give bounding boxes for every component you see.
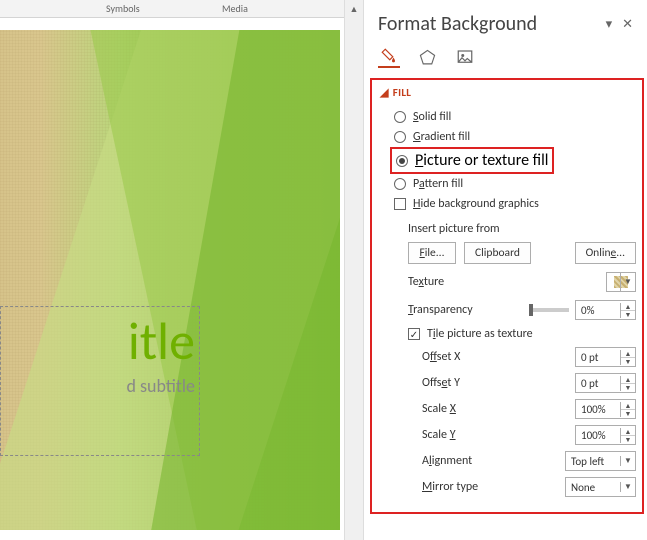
vertical-scrollbar[interactable]: ▲ — [344, 0, 364, 540]
pane-title: Format Background — [378, 12, 537, 36]
tab-effects-icon[interactable] — [416, 46, 438, 68]
radio-icon — [394, 111, 406, 123]
fill-section-header[interactable]: ◢ FILL — [378, 86, 636, 99]
radio-gradient-fill[interactable]: Gradient fill — [378, 127, 636, 147]
file-button[interactable]: File... — [408, 242, 456, 264]
chevron-down-icon: ▼ — [620, 273, 635, 291]
transparency-slider[interactable] — [529, 308, 569, 312]
clipboard-button[interactable]: Clipboard — [464, 242, 531, 264]
offset-y-label: Offset Y — [422, 376, 460, 390]
scale-y-label: Scale Y — [422, 428, 456, 442]
checkbox-icon — [394, 198, 406, 210]
scroll-up-button[interactable]: ▲ — [345, 0, 363, 18]
radio-picture-texture-label[interactable]: Picture or texture fill — [415, 151, 548, 170]
chevron-down-icon: ▼ — [620, 456, 635, 466]
pane-tabs — [364, 42, 647, 78]
mirror-combo[interactable]: None ▼ — [565, 477, 636, 497]
chevron-down-icon: ▼ — [620, 482, 635, 492]
scale-x-label: Scale X — [422, 402, 456, 416]
radio-icon — [394, 131, 406, 143]
ribbon-group-symbols: Symbols — [106, 2, 140, 15]
radio-icon[interactable] — [396, 155, 408, 167]
texture-label: Texture — [408, 275, 444, 289]
radio-icon — [394, 178, 406, 190]
offset-x-label: Offset X — [422, 350, 460, 364]
spin-down-icon[interactable]: ▼ — [621, 311, 635, 318]
scale-y-spinner[interactable]: 100% ▲▼ — [575, 425, 636, 445]
radio-solid-fill[interactable]: Solid fill — [378, 107, 636, 127]
checkbox-icon: ✓ — [408, 328, 420, 340]
alignment-label: Alignment — [422, 454, 472, 468]
radio-pattern-fill[interactable]: Pattern fill — [378, 174, 636, 194]
transparency-label: Transparency — [408, 303, 473, 317]
title-text[interactable]: itle — [1, 315, 199, 367]
mirror-label: Mirror type — [422, 480, 478, 494]
radio-picture-texture-highlight: Picture or texture fill — [390, 147, 554, 174]
alignment-combo[interactable]: Top left ▼ — [565, 451, 636, 471]
subtitle-text[interactable]: d subtitle — [1, 375, 199, 397]
tab-fill-icon[interactable] — [378, 46, 400, 68]
ribbon-remnant: Symbols Media — [0, 0, 370, 18]
slide-canvas[interactable]: itle d subtitle — [0, 30, 340, 530]
insert-picture-label: Insert picture from — [408, 222, 636, 236]
collapse-icon[interactable]: ◢ — [380, 86, 389, 99]
texture-picker[interactable]: ▼ — [606, 272, 636, 292]
online-button[interactable]: Online... — [575, 242, 636, 264]
pane-menu-icon[interactable]: ▾ — [606, 17, 613, 32]
ribbon-group-media: Media — [222, 2, 248, 15]
transparency-spinner[interactable]: 0% ▲▼ — [575, 300, 636, 320]
fill-section-highlight: ◢ FILL Solid fill Gradient fill Picture … — [370, 78, 644, 514]
pane-close-icon[interactable]: ✕ — [622, 17, 633, 32]
offset-x-spinner[interactable]: 0 pt ▲▼ — [575, 347, 636, 367]
scale-x-spinner[interactable]: 100% ▲▼ — [575, 399, 636, 419]
offset-y-spinner[interactable]: 0 pt ▲▼ — [575, 373, 636, 393]
check-hide-bg[interactable]: Hide background graphics — [378, 194, 636, 214]
check-tile[interactable]: ✓ Tile picture as texture — [378, 324, 636, 344]
tab-picture-icon[interactable] — [454, 46, 476, 68]
format-background-pane: Format Background ▾ ✕ ◢ FILL Solid fill … — [364, 0, 647, 540]
title-placeholder[interactable]: itle d subtitle — [0, 306, 200, 456]
